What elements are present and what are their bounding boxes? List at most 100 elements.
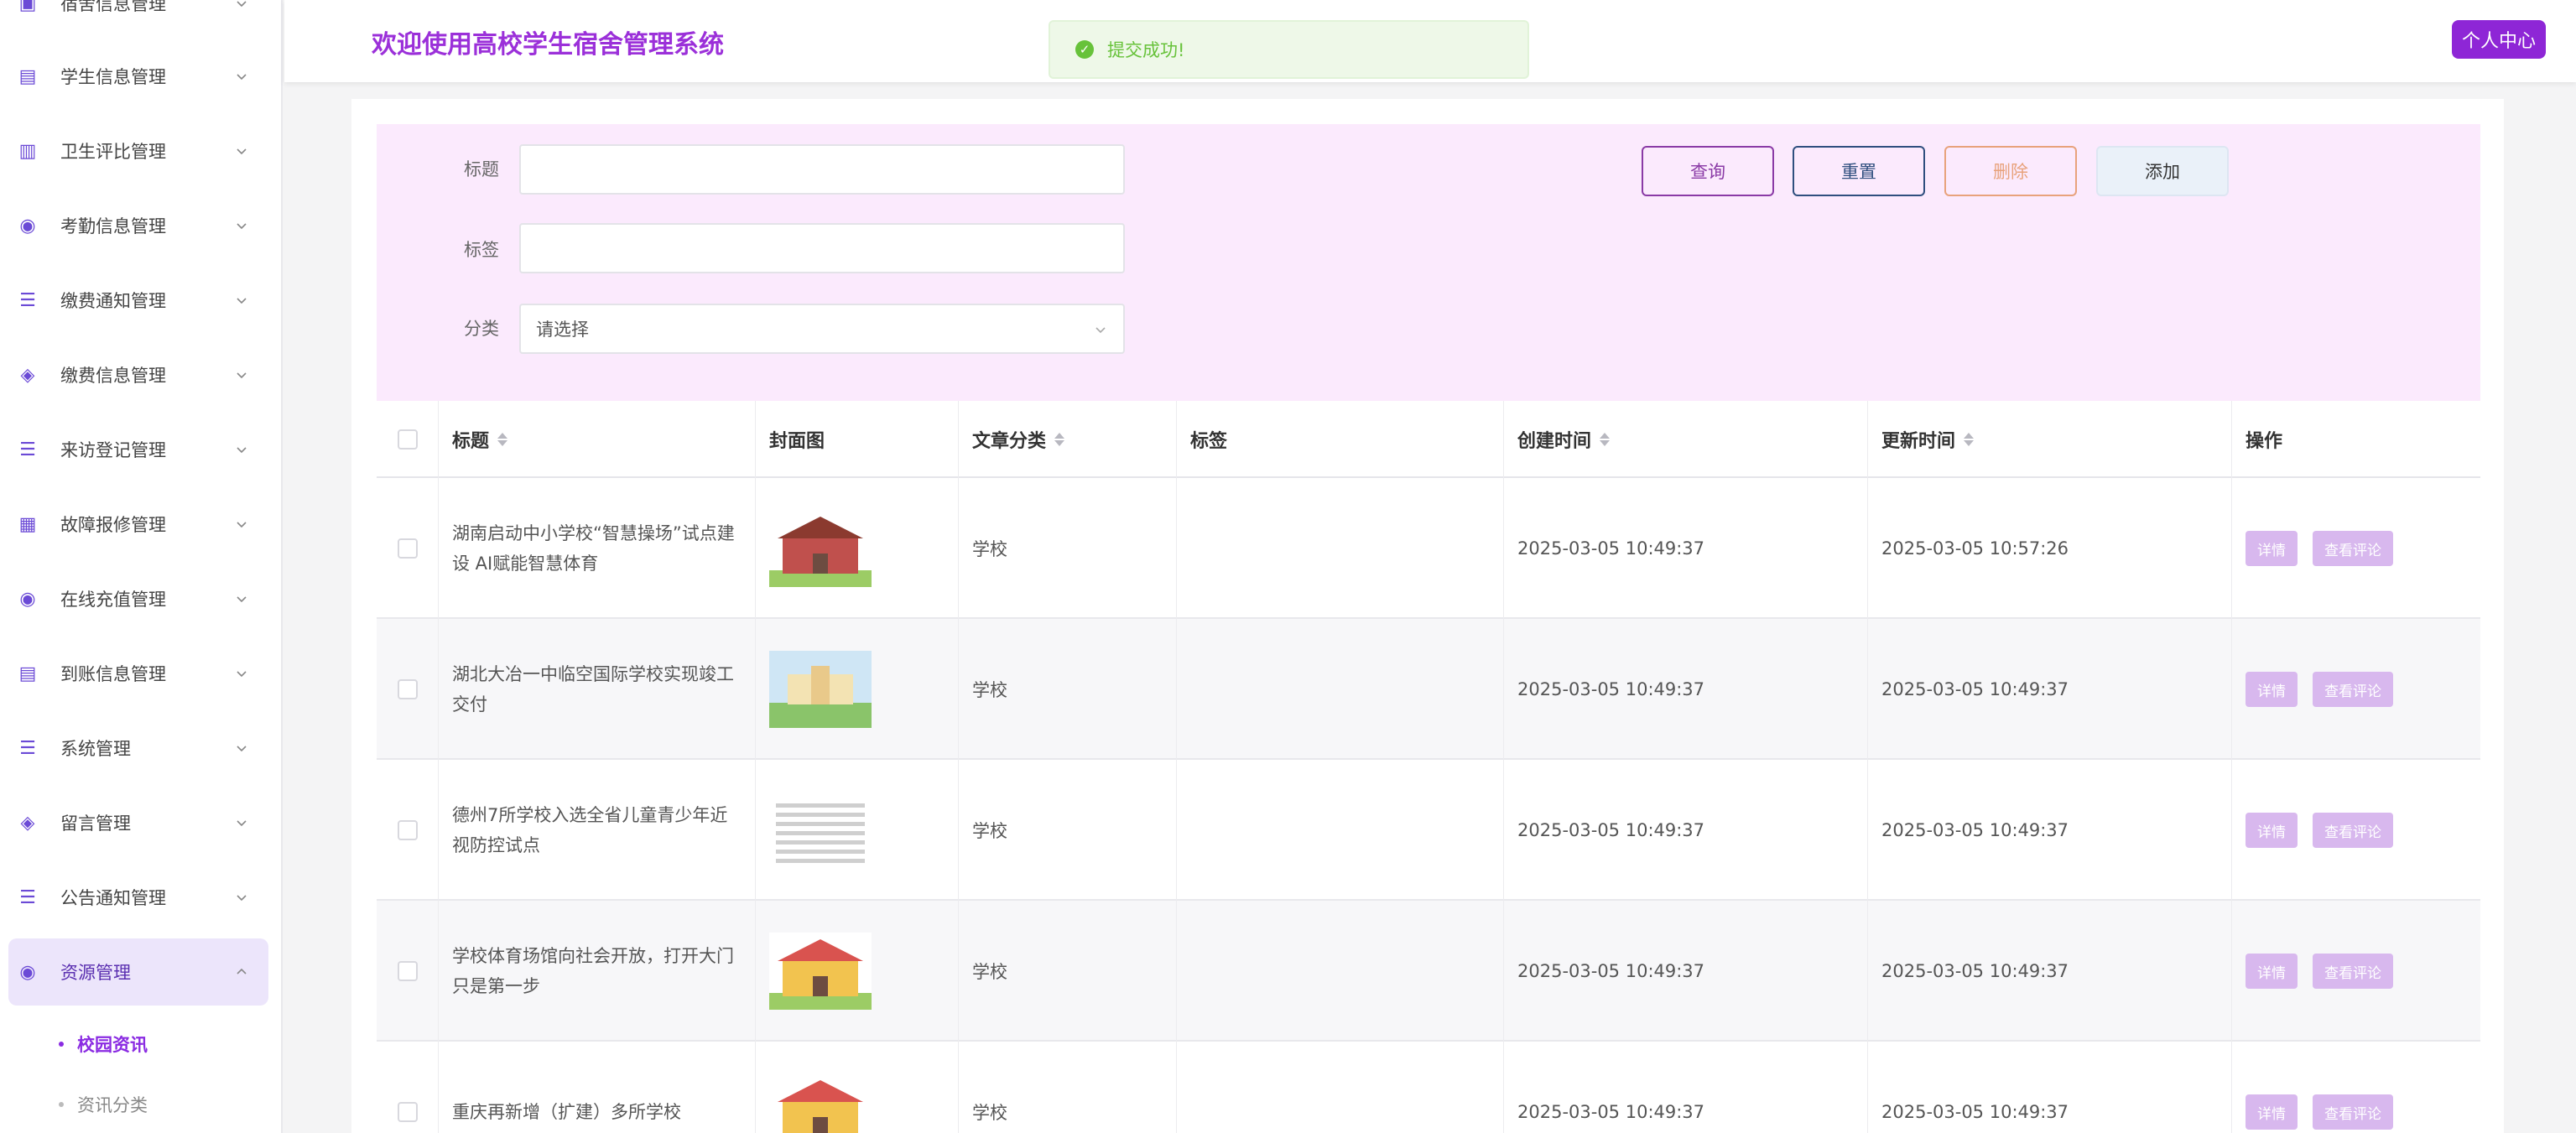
detail-button[interactable]: 详情	[2246, 813, 2298, 848]
chevron-down-icon	[237, 522, 247, 528]
row-select-cell	[377, 619, 439, 760]
cover-cell	[756, 619, 959, 760]
header-title[interactable]: 标题	[439, 401, 756, 478]
cover-cell	[756, 478, 959, 619]
sidebar-item-3[interactable]: ◉ 考勤信息管理	[8, 192, 268, 259]
table-row: 重庆再新增（扩建）多所学校 学校 2025-03-05 10:49:37 2025-0…	[377, 1042, 2480, 1133]
category-cell: 学校	[959, 478, 1177, 619]
sidebar-item-8[interactable]: ◉ 在线充值管理	[8, 565, 268, 632]
row-created-time: 2025-03-05 10:49:37	[1517, 961, 1705, 981]
sort-icon[interactable]	[497, 433, 508, 446]
category-select[interactable]: 请选择	[519, 304, 1125, 354]
row-select-cell	[377, 760, 439, 901]
sidebar-item-label: 考勤信息管理	[60, 216, 166, 236]
sort-icon[interactable]	[1600, 433, 1611, 446]
chevron-down-icon	[237, 74, 247, 81]
row-created-time: 2025-03-05 10:49:37	[1517, 679, 1705, 699]
reset-button[interactable]: 重置	[1793, 146, 1925, 196]
cover-cell	[756, 760, 959, 901]
header-cover: 封面图	[756, 401, 959, 478]
sidebar-item-6[interactable]: ☰ 来访登记管理	[8, 416, 268, 483]
row-checkbox[interactable]	[397, 1102, 418, 1122]
category-cell: 学校	[959, 1042, 1177, 1133]
category-cell: 学校	[959, 619, 1177, 760]
recharge-icon: ◉	[19, 588, 36, 610]
sidebar-item-label: 宿舍信息管理	[60, 0, 166, 14]
list-icon: ☰	[19, 289, 36, 311]
select-all-checkbox[interactable]	[397, 429, 418, 450]
sidebar-item-4[interactable]: ☰ 缴费通知管理	[8, 267, 268, 334]
detail-button[interactable]: 详情	[2246, 672, 2298, 707]
view-comments-button[interactable]: 查看评论	[2313, 672, 2393, 707]
category-cell: 学校	[959, 901, 1177, 1042]
sidebar-subitem-label: 资讯分类	[77, 1095, 148, 1115]
sidebar-item-5[interactable]: ◈ 缴费信息管理	[8, 341, 268, 408]
cover-image	[769, 1073, 872, 1133]
dorm-icon: ▣	[18, 0, 37, 14]
view-comments-button[interactable]: 查看评论	[2313, 813, 2393, 848]
sidebar-item-13[interactable]: ◉ 资源管理	[8, 938, 268, 1006]
tag-cell	[1177, 1042, 1504, 1133]
header-created[interactable]: 创建时间	[1504, 401, 1868, 478]
sidebar-item-1[interactable]: ▤ 学生信息管理	[8, 43, 268, 110]
sidebar-subitem-news-category[interactable]: 资讯分类	[59, 1092, 148, 1117]
sidebar-item-12[interactable]: ☰ 公告通知管理	[8, 864, 268, 931]
row-category: 学校	[972, 680, 1007, 700]
tag-filter-input[interactable]	[519, 223, 1125, 273]
updated-cell: 2025-03-05 10:49:37	[1868, 1042, 2232, 1133]
row-title: 德州7所学校入选全省儿童青少年近视防控试点	[452, 805, 728, 855]
sidebar-item-label: 缴费通知管理	[60, 291, 166, 311]
chevron-down-icon	[237, 1, 247, 8]
sidebar-item-11[interactable]: ◈ 留言管理	[8, 789, 268, 856]
account-icon: ▤	[18, 663, 37, 684]
header-actions-label: 操作	[2246, 431, 2283, 452]
row-checkbox[interactable]	[397, 961, 418, 981]
list-icon: ☰	[19, 439, 36, 460]
actions-cell: 详情 查看评论	[2232, 619, 2480, 760]
header-updated[interactable]: 更新时间	[1868, 401, 2232, 478]
row-checkbox[interactable]	[397, 820, 418, 840]
chevron-down-icon	[237, 596, 247, 603]
payment-icon: ◈	[20, 364, 35, 386]
row-checkbox[interactable]	[397, 679, 418, 699]
updated-cell: 2025-03-05 10:49:37	[1868, 760, 2232, 901]
created-cell: 2025-03-05 10:49:37	[1504, 901, 1868, 1042]
sidebar-item-2[interactable]: ▥ 卫生评比管理	[8, 117, 268, 185]
sidebar-item-label: 系统管理	[60, 739, 131, 759]
header-tag-label: 标签	[1190, 431, 1228, 452]
detail-button[interactable]: 详情	[2246, 1094, 2298, 1130]
chevron-down-icon	[237, 746, 247, 752]
sort-icon[interactable]	[1964, 433, 1975, 446]
sidebar-item-10[interactable]: ☰ 系统管理	[8, 715, 268, 782]
title-filter-input[interactable]	[519, 144, 1125, 195]
sidebar-subitem-campus-news[interactable]: 校园资讯	[59, 1032, 148, 1057]
actions-cell: 详情 查看评论	[2232, 760, 2480, 901]
sort-icon[interactable]	[1054, 433, 1065, 446]
user-center-button[interactable]: 个人中心	[2451, 20, 2546, 59]
sidebar-item-label: 到账信息管理	[60, 664, 166, 684]
query-button[interactable]: 查询	[1642, 146, 1774, 196]
view-comments-button[interactable]: 查看评论	[2313, 954, 2393, 989]
view-comments-button[interactable]: 查看评论	[2313, 531, 2393, 566]
detail-button[interactable]: 详情	[2246, 954, 2298, 989]
sidebar-item-9[interactable]: ▤ 到账信息管理	[8, 640, 268, 707]
detail-button[interactable]: 详情	[2246, 531, 2298, 566]
category-filter-label: 分类	[464, 319, 499, 339]
table-header: 标题 封面图 文章分类 标签 创建时间 更新时间 操作	[377, 401, 2480, 478]
header-title-label: 标题	[452, 431, 490, 452]
row-title: 学校体育场馆向社会开放，打开大门只是第一步	[452, 946, 734, 996]
view-comments-button[interactable]: 查看评论	[2313, 1094, 2393, 1130]
cover-cell	[756, 901, 959, 1042]
toast-message: 提交成功!	[1107, 40, 1185, 60]
bullet-dot	[59, 1042, 64, 1047]
sidebar-item-7[interactable]: ▦ 故障报修管理	[8, 491, 268, 558]
row-checkbox[interactable]	[397, 538, 418, 559]
sidebar-item-0[interactable]: ▣ 宿舍信息管理	[8, 0, 268, 37]
table-row: 学校体育场馆向社会开放，打开大门只是第一步 学校 2025-03-05 10:49:…	[377, 901, 2480, 1042]
updated-cell: 2025-03-05 10:49:37	[1868, 901, 2232, 1042]
header-category[interactable]: 文章分类	[959, 401, 1177, 478]
cover-image	[769, 792, 872, 869]
delete-button[interactable]: 删除	[1944, 146, 2077, 196]
add-button[interactable]: 添加	[2096, 146, 2229, 196]
title-cell: 湖南启动中小学校“智慧操场”试点建设 AI赋能智慧体育	[439, 478, 756, 619]
